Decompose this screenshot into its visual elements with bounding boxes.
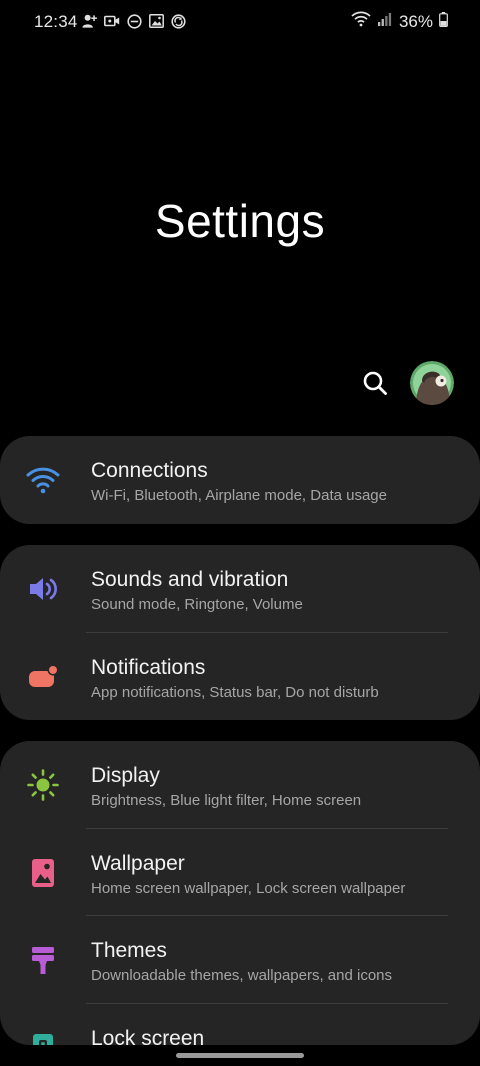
do-not-disturb-icon	[126, 12, 142, 30]
settings-item-themes[interactable]: Themes Downloadable themes, wallpapers, …	[0, 916, 480, 1004]
sun-icon	[26, 768, 60, 802]
item-subtitle: Downloadable themes, wallpapers, and ico…	[91, 967, 393, 984]
settings-item-display[interactable]: Display Brightness, Blue light filter, H…	[0, 741, 480, 829]
video-call-icon	[104, 12, 120, 30]
item-subtitle: Home screen wallpaper, Lock screen wallp…	[91, 879, 406, 897]
item-title: Display	[91, 764, 160, 787]
item-subtitle: App notifications, Status bar, Do not di…	[91, 683, 379, 701]
speaker-icon	[26, 572, 60, 606]
search-button[interactable]	[360, 368, 390, 398]
item-title: Notifications	[91, 655, 206, 679]
settings-group-connections: Connections Wi-Fi, Bluetooth, Airplane m…	[0, 436, 480, 524]
battery-icon	[439, 11, 448, 32]
home-indicator[interactable]	[176, 1053, 304, 1058]
item-title: Connections	[91, 459, 208, 482]
item-subtitle: Brightness, Blue light filter, Home scre…	[91, 792, 362, 809]
item-title: Themes	[91, 939, 167, 962]
status-system-icons: 36%	[351, 11, 448, 32]
status-notification-icons	[82, 12, 186, 30]
settings-item-sounds-and-vibration[interactable]: Sounds and vibration Sound mode, Rington…	[0, 545, 480, 633]
wifi-icon	[351, 11, 371, 32]
sync-icon	[170, 12, 186, 30]
search-icon	[363, 371, 387, 395]
page-title: Settings	[154, 195, 326, 247]
settings-item-notifications[interactable]: Notifications App notifications, Status …	[0, 633, 480, 721]
status-bar: 12:34 36%	[0, 0, 480, 44]
image-icon	[148, 12, 164, 30]
item-title: Lock screen	[91, 1026, 205, 1046]
notification-icon	[26, 660, 60, 694]
settings-item-lock-screen[interactable]: Lock screen	[0, 1004, 480, 1046]
paint-brush-icon	[26, 943, 60, 977]
wifi-icon	[26, 463, 60, 497]
item-subtitle: Wi-Fi, Bluetooth, Airplane mode, Data us…	[91, 487, 387, 504]
settings-item-wallpaper[interactable]: Wallpaper Home screen wallpaper, Lock sc…	[0, 829, 480, 916]
item-title: Sounds and vibration	[91, 568, 289, 591]
item-subtitle: Sound mode, Ringtone, Volume	[91, 596, 303, 613]
wallpaper-icon	[26, 856, 60, 890]
lock-icon	[26, 1031, 60, 1045]
battery-percent: 36%	[398, 11, 433, 31]
settings-item-connections[interactable]: Connections Wi-Fi, Bluetooth, Airplane m…	[0, 436, 480, 524]
account-avatar[interactable]	[410, 361, 454, 405]
settings-group-display-personalization: Display Brightness, Blue light filter, H…	[0, 741, 480, 1045]
status-time: 12:34	[34, 12, 78, 31]
settings-group-sound-notifications: Sounds and vibration Sound mode, Rington…	[0, 545, 480, 720]
item-title: Wallpaper	[91, 851, 185, 875]
signal-icon	[377, 11, 393, 32]
add-person-icon	[82, 12, 98, 30]
